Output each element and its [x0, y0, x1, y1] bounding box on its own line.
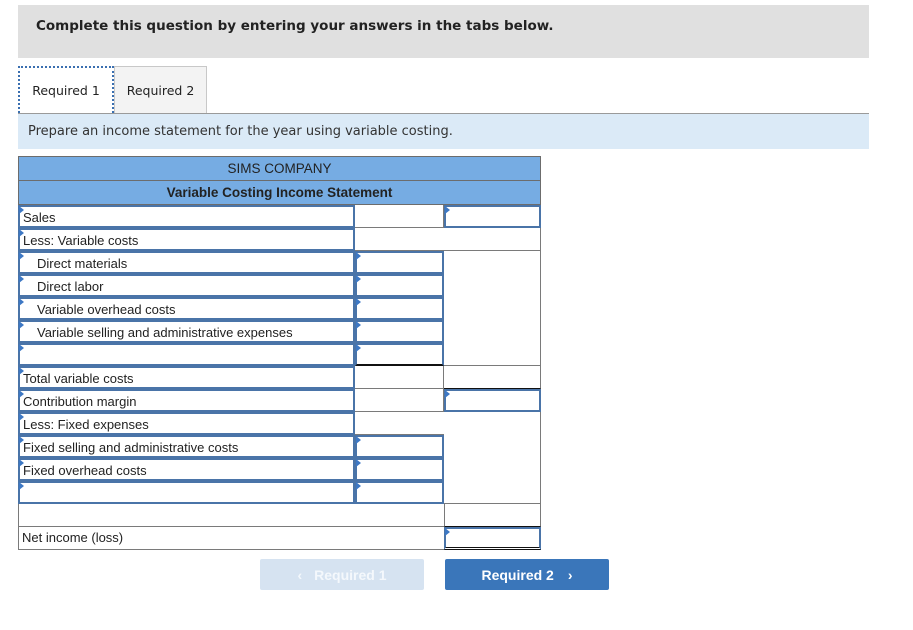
table-row: Less: Fixed expenses [18, 412, 541, 435]
statement-title: Variable Costing Income Statement [18, 181, 541, 205]
dropdown-flag-icon [356, 298, 361, 306]
dropdown-flag-icon [19, 321, 24, 329]
row-label-input[interactable]: Sales [18, 205, 355, 228]
table-row: Total variable costs [18, 366, 541, 389]
row-label-input[interactable]: Direct materials [18, 251, 355, 274]
dropdown-flag-icon [356, 344, 361, 352]
dropdown-flag-icon [356, 482, 361, 490]
dropdown-flag-icon [445, 390, 450, 398]
row-label-input[interactable]: Variable selling and administrative expe… [18, 320, 355, 343]
empty-cell [355, 205, 444, 228]
table-row: Less: Variable costs [18, 228, 541, 251]
amount-input[interactable] [355, 251, 444, 274]
table-row: Contribution margin [18, 389, 541, 412]
empty-cell [18, 504, 444, 527]
empty-cell [355, 389, 444, 412]
table-row [18, 481, 541, 504]
empty-cell [444, 251, 541, 274]
table-row: Direct materials [18, 251, 541, 274]
row-label-input[interactable]: Fixed selling and administrative costs [18, 435, 355, 458]
dropdown-flag-icon [356, 436, 361, 444]
empty-cell [355, 366, 444, 389]
empty-cell [444, 504, 541, 527]
table-row: Fixed selling and administrative costs [18, 435, 541, 458]
company-name: SIMS COMPANY [18, 156, 541, 181]
amount-input[interactable] [444, 205, 541, 228]
empty-cell [444, 274, 541, 297]
row-label-input[interactable]: Less: Fixed expenses [18, 412, 355, 435]
table-row [18, 504, 541, 527]
next-required-button[interactable]: Required 2 › [445, 559, 609, 590]
table-row: Variable overhead costs [18, 297, 541, 320]
amount-input[interactable] [355, 481, 444, 504]
empty-cell [444, 366, 541, 389]
row-label-input[interactable]: Fixed overhead costs [18, 458, 355, 481]
empty-cell [444, 412, 541, 435]
empty-cell [444, 458, 541, 481]
banner-text: Complete this question by entering your … [36, 18, 554, 34]
instruction-text: Prepare an income statement for the year… [28, 124, 453, 139]
table-row: Net income (loss) [18, 527, 541, 550]
amount-input[interactable] [355, 343, 444, 366]
empty-cell [444, 320, 541, 343]
table-row: Direct labor [18, 274, 541, 297]
net-income-label-cell: Net income (loss) [18, 527, 444, 550]
net-income-input[interactable] [444, 527, 541, 550]
empty-cell [444, 228, 541, 251]
amount-input[interactable] [355, 435, 444, 458]
table-row: Sales [18, 205, 541, 228]
table-row: Variable selling and administrative expe… [18, 320, 541, 343]
chevron-right-icon: › [567, 566, 573, 583]
dropdown-flag-icon [19, 275, 24, 283]
chevron-left-icon: ‹ [297, 566, 303, 583]
income-statement-table: SIMS COMPANY Variable Costing Income Sta… [18, 156, 541, 550]
row-label-input[interactable]: Less: Variable costs [18, 228, 355, 251]
empty-cell [444, 435, 541, 458]
tab-required-2[interactable]: Required 2 [114, 66, 207, 113]
dropdown-flag-icon [19, 298, 24, 306]
dropdown-flag-icon [19, 344, 24, 352]
row-label-input[interactable] [18, 343, 355, 366]
instruction-strip: Prepare an income statement for the year… [18, 113, 869, 149]
empty-cell [444, 481, 541, 504]
empty-cell [444, 297, 541, 320]
amount-input[interactable] [355, 320, 444, 343]
row-label-input[interactable]: Total variable costs [18, 366, 355, 389]
row-label-input[interactable]: Variable overhead costs [18, 297, 355, 320]
table-row: Fixed overhead costs [18, 458, 541, 481]
row-label-input[interactable] [18, 481, 355, 504]
row-label-input[interactable]: Direct labor [18, 274, 355, 297]
dropdown-flag-icon [19, 252, 24, 260]
table-row [18, 343, 541, 366]
row-label-input[interactable]: Contribution margin [18, 389, 355, 412]
dropdown-flag-icon [356, 252, 361, 260]
dropdown-flag-icon [356, 459, 361, 467]
dropdown-flag-icon [356, 275, 361, 283]
amount-input[interactable] [355, 458, 444, 481]
amount-input[interactable] [355, 297, 444, 320]
prev-required-button[interactable]: ‹ Required 1 [260, 559, 424, 590]
tab-required-1[interactable]: Required 1 [18, 66, 114, 113]
instructions-banner: Complete this question by entering your … [18, 5, 869, 58]
dropdown-flag-icon [445, 206, 450, 214]
amount-input[interactable] [355, 274, 444, 297]
empty-cell [355, 412, 444, 435]
amount-input[interactable] [444, 389, 541, 412]
empty-cell [444, 343, 541, 366]
dropdown-flag-icon [19, 482, 24, 490]
dropdown-flag-icon [356, 321, 361, 329]
empty-cell [355, 228, 444, 251]
dropdown-flag-icon [445, 528, 450, 536]
